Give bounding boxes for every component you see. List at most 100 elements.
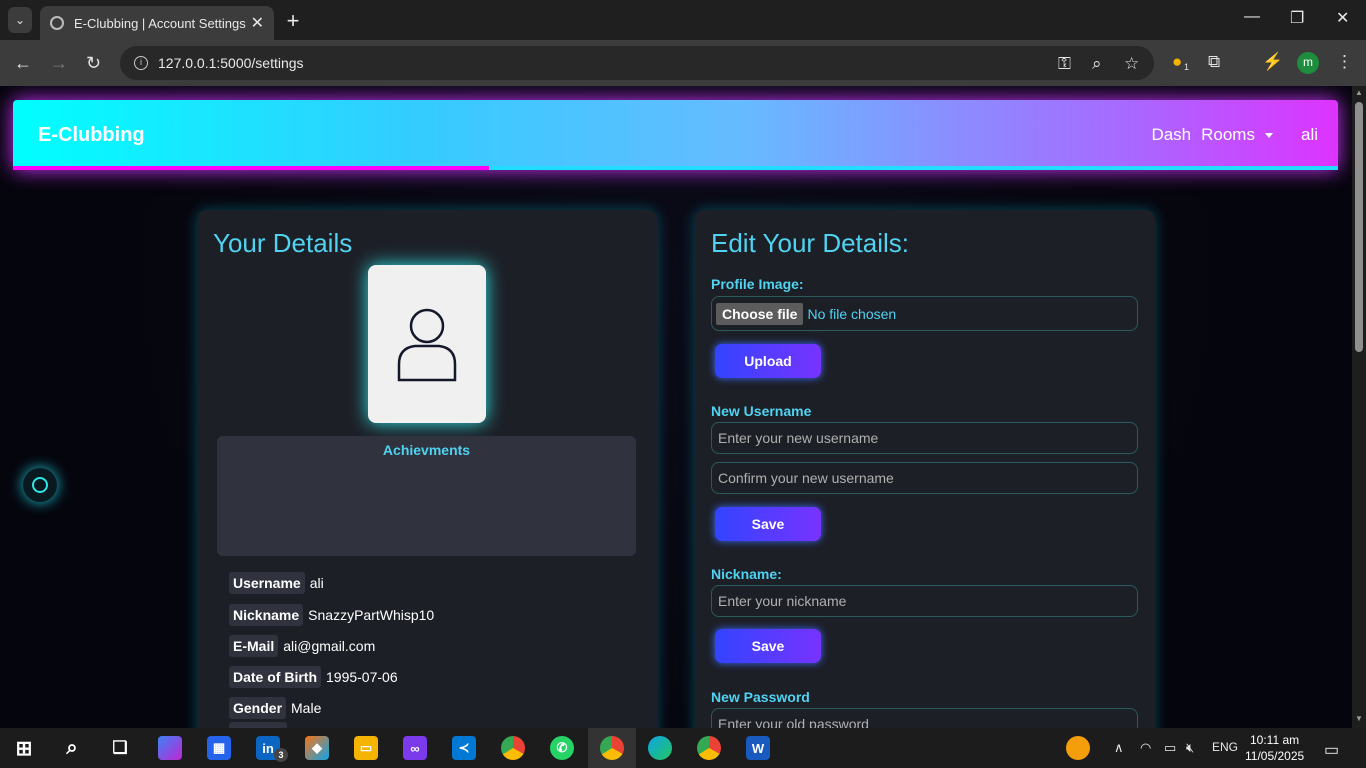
globe-icon bbox=[50, 16, 64, 30]
new-password-label: New Password bbox=[711, 689, 810, 705]
copilot-icon[interactable] bbox=[158, 736, 182, 760]
site-info-icon[interactable]: i bbox=[134, 56, 148, 70]
detail-value: ali bbox=[309, 575, 324, 591]
clock-time: 10:11 am bbox=[1250, 733, 1300, 747]
address-bar[interactable]: i 127.0.0.1:5000/settings ⚿ ⌕ ☆ bbox=[120, 46, 1154, 80]
key-icon[interactable]: ⚿ bbox=[1058, 54, 1071, 74]
tab-close-icon[interactable]: ✕ bbox=[251, 13, 264, 33]
new-username-label: New Username bbox=[711, 403, 812, 419]
brand-logo[interactable]: E-Clubbing bbox=[38, 124, 145, 147]
back-button[interactable]: ← bbox=[14, 53, 32, 74]
chrome-profile-icon[interactable] bbox=[600, 736, 624, 760]
upload-button[interactable]: Upload bbox=[715, 344, 821, 378]
detail-key: Gender bbox=[229, 697, 287, 719]
nickname-label: Nickname: bbox=[711, 566, 782, 582]
url-text: 127.0.0.1:5000/settings bbox=[158, 55, 304, 71]
extension-badge: 1 bbox=[1184, 62, 1190, 72]
word-icon[interactable]: W bbox=[746, 736, 770, 760]
zoom-icon[interactable]: ⌕ bbox=[1092, 54, 1102, 74]
search-icon[interactable]: ⌕ bbox=[60, 736, 84, 760]
vscode-icon[interactable]: ≺ bbox=[452, 736, 476, 760]
bookmark-star-icon[interactable]: ☆ bbox=[1124, 54, 1139, 74]
detail-row-username: Username ali bbox=[229, 572, 324, 594]
windows-taskbar: ⊞ ⌕ ❏ ▦ in 3 ◆ ▭ ∞ ≺ ✆ W ∧ ◠ ▭ 🔇︎ ENG 10… bbox=[0, 728, 1366, 768]
detail-row-email: E-Mail ali@gmail.com bbox=[229, 635, 375, 657]
confirm-username-input[interactable]: Confirm your new username bbox=[711, 462, 1138, 494]
battery-icon[interactable]: ▭ bbox=[1164, 740, 1176, 756]
details-card: Your Details Achievments Username ali Ni… bbox=[197, 210, 657, 728]
detail-row-gender: Gender Male bbox=[229, 697, 321, 719]
nickname-input[interactable]: Enter your nickname bbox=[711, 585, 1138, 617]
file-status: No file chosen bbox=[807, 305, 897, 322]
detail-value: 1995-07-06 bbox=[326, 669, 398, 685]
edit-card: Edit Your Details: Profile Image: Choose… bbox=[695, 210, 1155, 728]
puzzle-icon[interactable]: ⧉ bbox=[1208, 52, 1220, 72]
nav-user[interactable]: ali bbox=[1301, 125, 1318, 145]
achievements-title: Achievments bbox=[382, 442, 471, 458]
git-icon[interactable]: ◆ bbox=[305, 736, 329, 760]
restore-button[interactable]: ❐ bbox=[1290, 8, 1304, 28]
browser-tab[interactable]: E-Clubbing | Account Settings ✕ bbox=[40, 6, 274, 40]
achievements-panel: Achievments bbox=[217, 436, 636, 556]
tab-search-button[interactable]: ⌄ bbox=[8, 7, 32, 33]
detail-key: Date of Birth bbox=[229, 666, 321, 688]
details-title: Your Details bbox=[213, 228, 353, 258]
user-icon bbox=[397, 308, 457, 382]
floating-action-button[interactable] bbox=[23, 468, 57, 502]
volume-muted-icon[interactable]: 🔇︎ bbox=[1186, 740, 1194, 756]
scrollbar-thumb[interactable] bbox=[1355, 102, 1363, 352]
old-password-input[interactable]: Enter your old password bbox=[711, 708, 1138, 728]
save-nickname-button[interactable]: Save bbox=[715, 629, 821, 663]
chrome-icon[interactable] bbox=[501, 736, 525, 760]
reload-button[interactable]: ↻ bbox=[86, 53, 101, 74]
file-explorer-icon[interactable]: ▭ bbox=[354, 736, 378, 760]
edit-title: Edit Your Details: bbox=[711, 228, 910, 258]
task-view-icon[interactable]: ❏ bbox=[108, 736, 132, 760]
store-icon[interactable]: ▦ bbox=[207, 736, 231, 760]
file-input[interactable]: Choose file No file chosen bbox=[711, 296, 1138, 331]
page-viewport: E-Clubbing Dash Rooms ali Your Details A… bbox=[0, 86, 1352, 728]
profile-image-label: Profile Image: bbox=[711, 276, 804, 292]
detail-value: ali@gmail.com bbox=[283, 638, 376, 654]
new-tab-button[interactable]: + bbox=[282, 8, 304, 34]
chevron-down-icon[interactable] bbox=[1264, 132, 1273, 138]
browser-toolbar: ← → ↻ i 127.0.0.1:5000/settings ⚿ ⌕ ☆ ● … bbox=[0, 40, 1366, 86]
whatsapp-icon[interactable]: ✆ bbox=[550, 736, 574, 760]
visual-studio-icon[interactable]: ∞ bbox=[403, 736, 427, 760]
windows-start-icon[interactable]: ⊞ bbox=[12, 736, 36, 760]
language-indicator[interactable]: ENG bbox=[1212, 740, 1238, 754]
menu-dots-icon[interactable]: ⋮ bbox=[1336, 52, 1353, 72]
progress-bar-fill bbox=[13, 166, 489, 170]
close-window-button[interactable]: ✕ bbox=[1336, 8, 1349, 28]
minimize-button[interactable]: — bbox=[1244, 8, 1260, 26]
circle-icon bbox=[32, 477, 48, 493]
forward-button[interactable]: → bbox=[50, 53, 68, 74]
nav-links: Dash Rooms ali bbox=[1151, 125, 1318, 145]
detail-value: SnazzyPartWhisp10 bbox=[308, 607, 435, 623]
linkedin-badge: 3 bbox=[274, 748, 288, 762]
detail-row-dob: Date of Birth 1995-07-06 bbox=[229, 666, 398, 688]
detail-key: Username bbox=[229, 572, 305, 594]
scroll-up-icon[interactable]: ▲ bbox=[1355, 88, 1363, 97]
choose-file-button[interactable]: Choose file bbox=[716, 302, 804, 325]
system-clock[interactable]: 10:11 am 11/05/2025 bbox=[1245, 732, 1304, 764]
detail-key: E-Mail bbox=[229, 635, 279, 657]
save-username-button[interactable]: Save bbox=[715, 507, 821, 541]
nav-dash[interactable]: Dash bbox=[1151, 125, 1191, 145]
new-username-input[interactable]: Enter your new username bbox=[711, 422, 1138, 454]
wifi-icon[interactable]: ◠ bbox=[1140, 740, 1151, 756]
weather-icon[interactable] bbox=[1066, 736, 1090, 760]
extension-coin-icon[interactable]: ● bbox=[1172, 52, 1182, 72]
detail-row-nickname: Nickname SnazzyPartWhisp10 bbox=[229, 604, 434, 626]
scroll-down-icon[interactable]: ▼ bbox=[1355, 714, 1363, 723]
nav-rooms[interactable]: Rooms bbox=[1201, 125, 1255, 145]
edge-icon[interactable] bbox=[648, 736, 672, 760]
performance-icon[interactable]: ⚡ bbox=[1262, 52, 1283, 72]
profile-avatar[interactable]: m bbox=[1297, 52, 1319, 74]
site-navbar: E-Clubbing Dash Rooms ali bbox=[13, 100, 1338, 170]
chevron-up-icon[interactable]: ∧ bbox=[1114, 740, 1124, 756]
page-scrollbar[interactable]: ▲ ▼ bbox=[1352, 86, 1366, 728]
browser-tab-bar: ⌄ E-Clubbing | Account Settings ✕ + — ❐ … bbox=[0, 0, 1366, 40]
notification-icon[interactable]: ▭ bbox=[1324, 740, 1339, 760]
chrome-alt-icon[interactable] bbox=[697, 736, 721, 760]
